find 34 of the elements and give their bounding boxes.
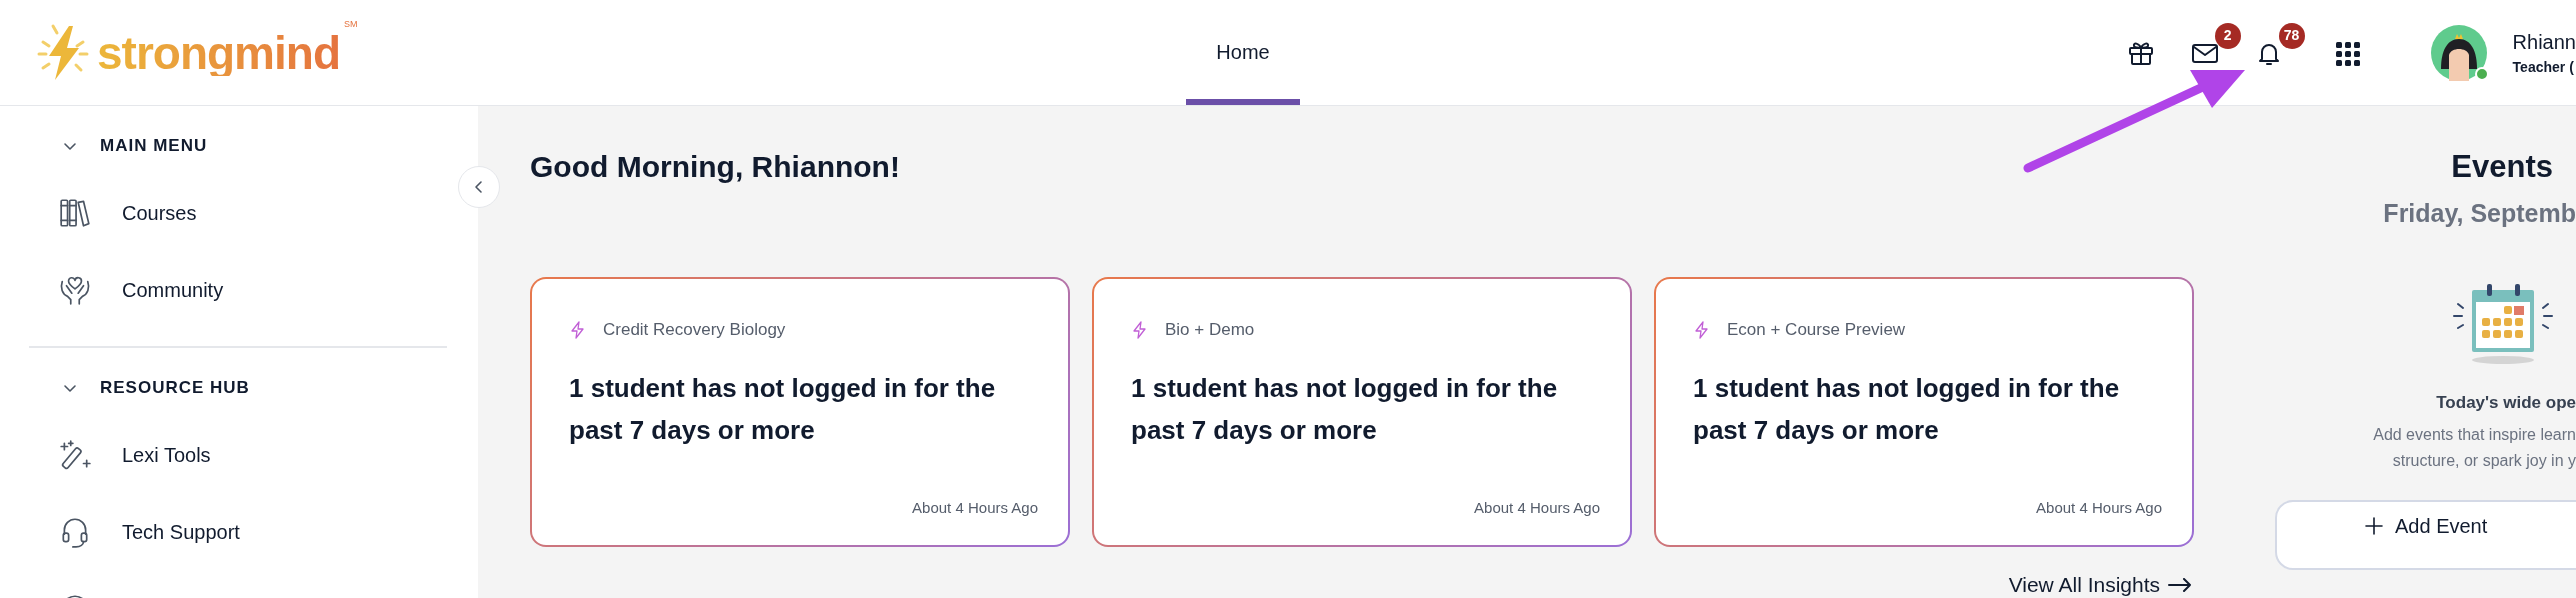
service-mark: SM <box>344 17 358 31</box>
sidebar-item[interactable]: Tech Support <box>0 493 478 570</box>
insight-card[interactable]: Econ + Course Preview 1 student has not logged in for the past 7 days or more About 4 Hours Ago <box>1654 277 2194 547</box>
empty-state-text: Add events that inspire learn structure, or spark joy in y <box>2372 424 2576 471</box>
timestamp: About 4 Hours Ago <box>2035 497 2162 518</box>
count-badge: 2 <box>2214 22 2241 49</box>
insight-message: 1 student has not logged in for the past 7 days or more <box>569 371 997 447</box>
view-all-link[interactable]: View All Insights <box>2008 569 2192 598</box>
insight-message: 1 student has not logged in for the past 7 days or more <box>1131 371 1559 447</box>
sidebar-item[interactable]: Community <box>0 251 478 328</box>
section-heading: MAIN MENU <box>100 135 208 158</box>
events-date: Friday, Septemb <box>2382 197 2576 229</box>
magic-wand-icon <box>58 437 92 472</box>
course-name: Credit Recovery Biology <box>603 319 786 341</box>
sidebar-item[interactable]: Lexi Tools <box>0 416 478 493</box>
section-heading: RESOURCE HUB <box>100 377 250 400</box>
arrow-right-icon <box>2168 577 2192 592</box>
empty-state-title: Today's wide ope <box>2435 392 2576 414</box>
events-heading: Events <box>2450 148 2554 186</box>
insight-card[interactable]: Bio + Demo 1 student has not logged in for the past 7 days or more About 4 Hours Ago <box>1092 277 1632 547</box>
count-badge: 78 <box>2278 22 2305 49</box>
course-name: Bio + Demo <box>1165 319 1255 341</box>
user-role: Teacher ( <box>2512 58 2575 77</box>
insight-card[interactable]: Credit Recovery Biology 1 student has not logged in for the past 7 days or more About 4 Hours Ago <box>530 277 1070 547</box>
greeting-heading: Good Morning, Rhiannon! <box>530 149 901 185</box>
sidebar-item[interactable]: Courses <box>0 174 478 251</box>
timestamp: About 4 Hours Ago <box>911 497 1038 518</box>
user-name: Rhiann <box>2512 30 2576 55</box>
insight-message: 1 student has not logged in for the past 7 days or more <box>1693 371 2121 447</box>
timestamp: About 4 Hours Ago <box>1473 497 1600 518</box>
avatar <box>2430 24 2487 81</box>
add-event-button[interactable]: Add Event <box>2275 499 2576 570</box>
plus-icon <box>2365 516 2383 535</box>
course-name: Econ + Course Preview <box>1727 319 1906 341</box>
